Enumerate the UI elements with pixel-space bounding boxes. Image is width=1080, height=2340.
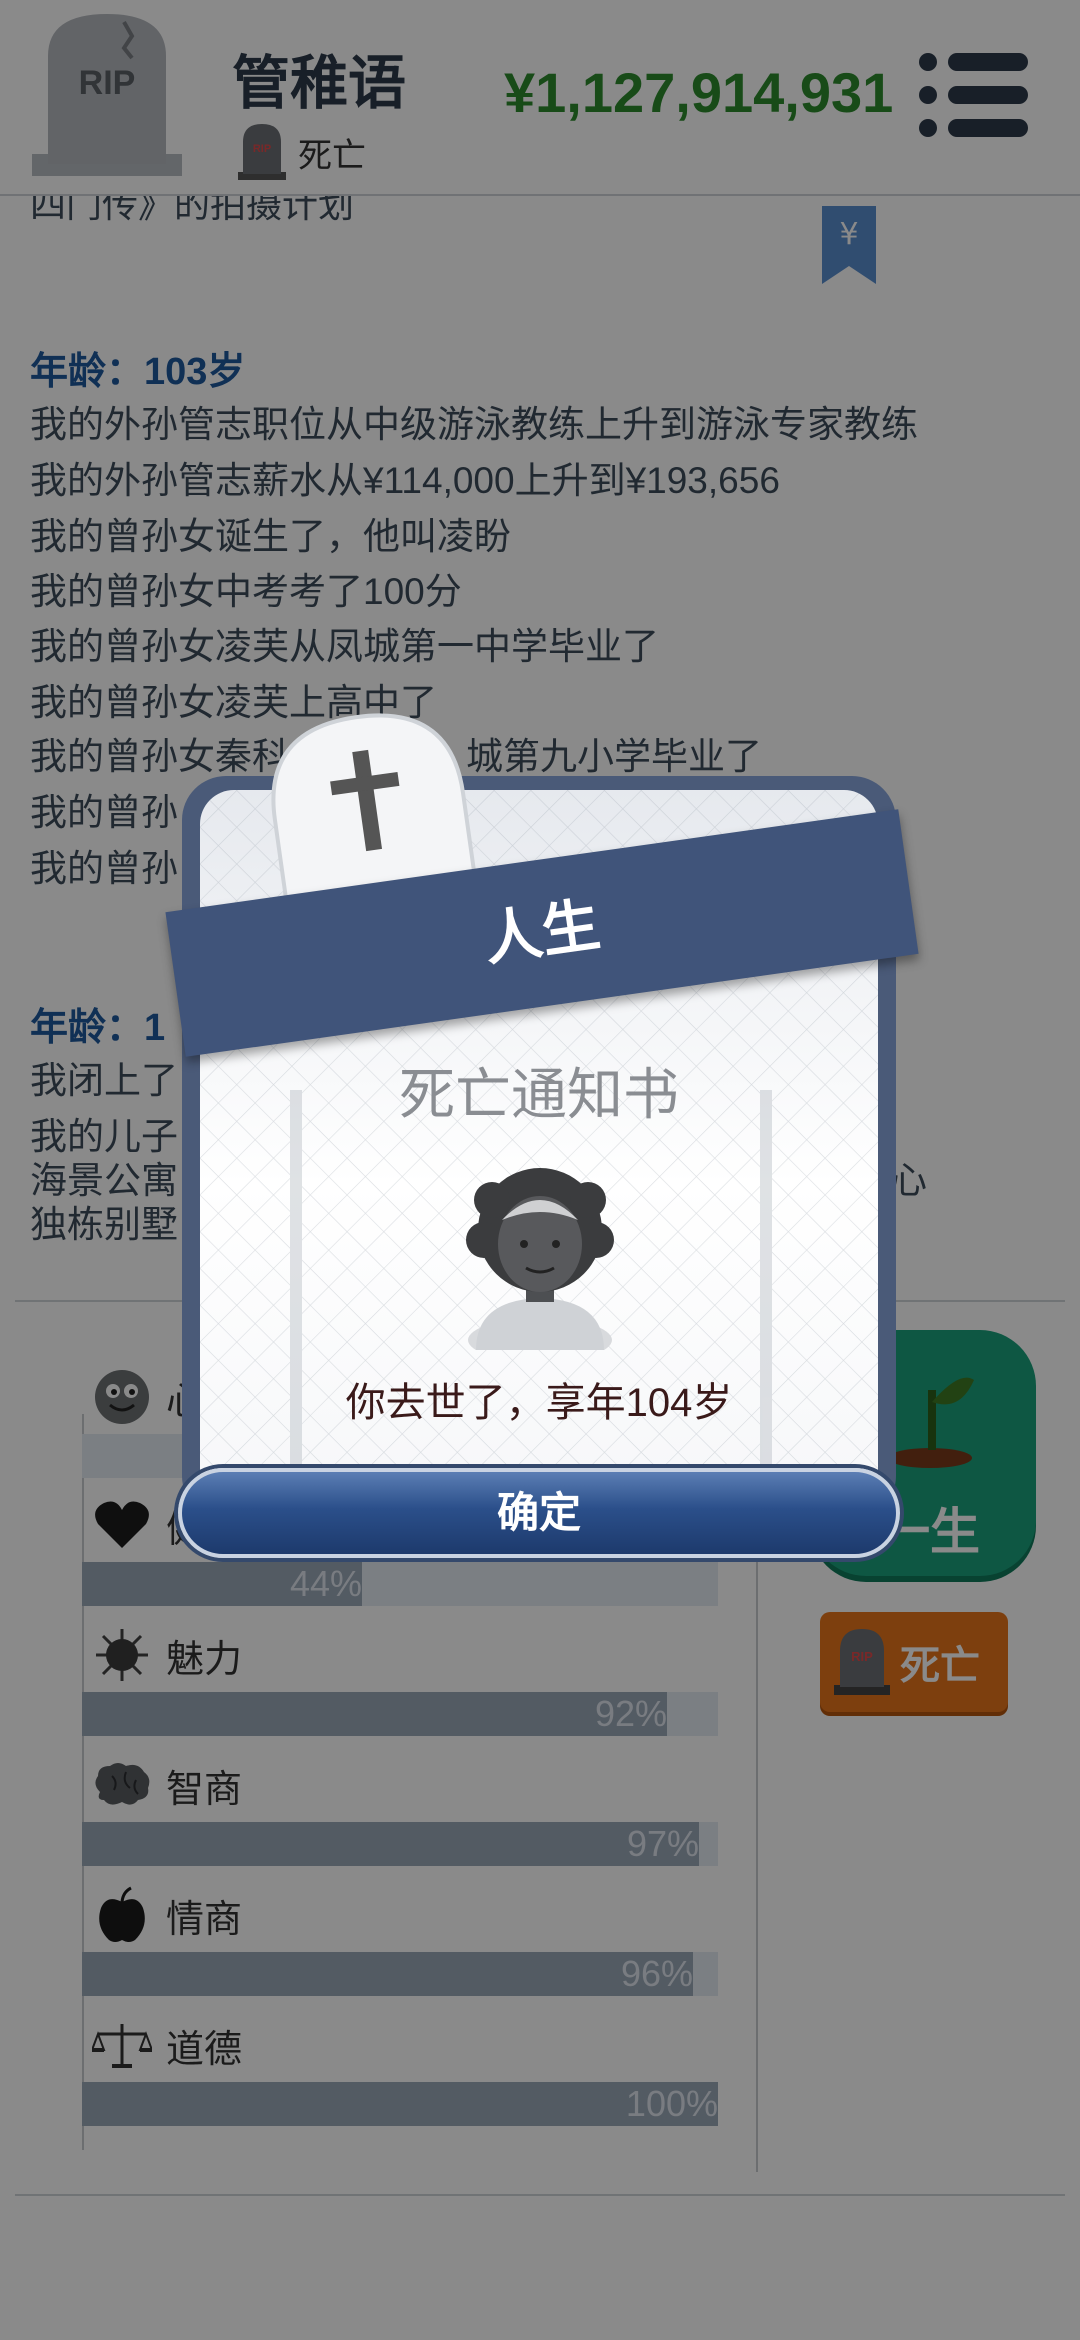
elderly-woman-avatar-icon (466, 1168, 614, 1350)
confirm-label: 确定 (496, 1489, 581, 1536)
modal-subtitle: 死亡通知书 (399, 1063, 679, 1126)
confirm-button[interactable]: 确定 (178, 1468, 900, 1558)
death-message: 你去世了，享年104岁 (345, 1381, 733, 1425)
